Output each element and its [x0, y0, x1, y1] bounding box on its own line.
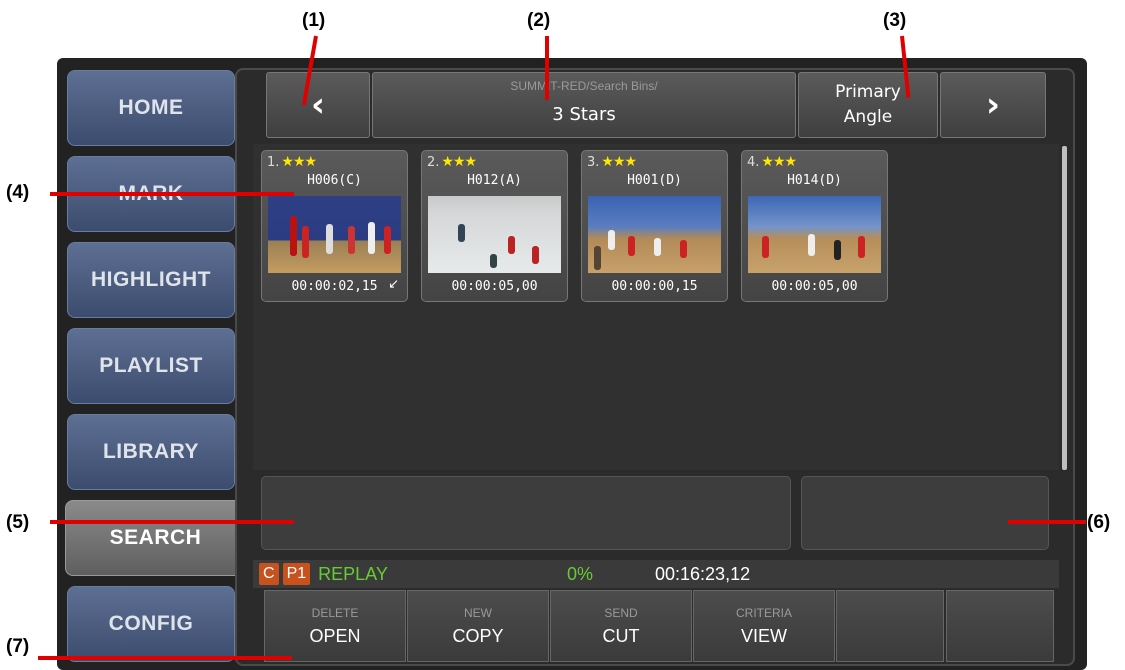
callout-line-7 — [38, 656, 292, 660]
clip-number: 1. — [267, 155, 280, 170]
callout-7: (7) — [6, 636, 30, 657]
bin-path: SUMMIT-RED/Search Bins/ — [510, 79, 658, 93]
next-button[interactable]: › — [940, 72, 1046, 138]
bin-path-display: SUMMIT-RED/Search Bins/ 3 Stars — [372, 72, 796, 138]
status-bar: C P1 REPLAY 0% 00:16:23,12 — [253, 560, 1059, 588]
arrow-down-left-icon: ↙ — [388, 277, 399, 292]
callout-5: (5) — [6, 512, 30, 533]
tab-highlight[interactable]: HIGHLIGHT — [67, 242, 235, 318]
clip-timecode: 00:00:00,15 — [611, 279, 698, 294]
status-timecode: 00:16:23,12 — [655, 563, 751, 584]
clip-item[interactable]: 3. ★★★ H001(D) 00:00:00,15 — [581, 150, 728, 302]
angle-label: Primary Angle — [835, 82, 901, 127]
channel-badge: C — [259, 563, 279, 585]
tab-playlist[interactable]: PLAYLIST — [67, 328, 235, 404]
clip-number: 2. — [427, 155, 440, 170]
clip-name: H001(D) — [627, 173, 682, 188]
empty-button[interactable] — [946, 590, 1054, 662]
callout-6: (6) — [1087, 512, 1111, 533]
clip-thumbnail — [748, 196, 881, 273]
tab-library[interactable]: LIBRARY — [67, 414, 235, 490]
prev-button[interactable]: ‹ — [266, 72, 370, 138]
chevron-left-icon: ‹ — [310, 85, 325, 125]
clip-name: H014(D) — [787, 173, 842, 188]
view-button[interactable]: CRITERIA VIEW — [693, 590, 835, 662]
tab-search[interactable]: SEARCH — [65, 500, 245, 576]
clip-item[interactable]: 4. ★★★ H014(D) 00:00:05,00 — [741, 150, 888, 302]
clip-timecode: 00:00:05,00 — [451, 279, 538, 294]
clip-name: H012(A) — [467, 173, 522, 188]
star-rating-icon: ★★★ — [281, 154, 317, 170]
copy-button[interactable]: NEW COPY — [407, 590, 549, 662]
callout-line-6 — [1008, 520, 1086, 524]
clip-number: 4. — [747, 155, 760, 170]
callout-line-4 — [50, 192, 294, 196]
angle-button[interactable]: Primary Angle — [798, 72, 938, 138]
clip-thumbnail — [588, 196, 721, 273]
bin-title: 3 Stars — [552, 103, 616, 125]
clip-number: 3. — [587, 155, 600, 170]
mode-label: REPLAY — [318, 563, 388, 584]
clip-item[interactable]: 2. ★★★ H012(A) 00:00:05,00 — [421, 150, 568, 302]
clip-thumbnail — [428, 196, 561, 273]
chevron-right-icon: › — [985, 85, 1000, 125]
callout-line-2 — [545, 36, 549, 100]
scrollbar[interactable] — [1062, 146, 1067, 470]
clip-name: H006(C) — [307, 173, 362, 188]
progress-percent: 0% — [567, 563, 594, 584]
cut-button[interactable]: SEND CUT — [550, 590, 692, 662]
clip-info-box — [261, 476, 791, 550]
callout-4: (4) — [6, 182, 30, 203]
secondary-info-box — [801, 476, 1049, 550]
callout-2: (2) — [527, 10, 551, 31]
player-badge: P1 — [282, 563, 311, 585]
callout-1: (1) — [302, 10, 326, 31]
star-rating-icon: ★★★ — [441, 154, 477, 170]
star-rating-icon: ★★★ — [601, 154, 637, 170]
tab-config[interactable]: CONFIG — [67, 586, 235, 662]
star-rating-icon: ★★★ — [761, 154, 797, 170]
open-button[interactable]: DELETE OPEN — [264, 590, 406, 662]
empty-button[interactable] — [836, 590, 944, 662]
clip-timecode: 00:00:05,00 — [771, 279, 858, 294]
tab-home[interactable]: HOME — [67, 70, 235, 146]
clip-timecode: 00:00:02,15 — [291, 279, 378, 294]
callout-3: (3) — [883, 10, 907, 31]
clip-thumbnail — [268, 196, 401, 273]
callout-line-5 — [50, 520, 294, 524]
clip-item[interactable]: 1. ★★★ H006(C) 00:00:02,15 ↙ — [261, 150, 408, 302]
